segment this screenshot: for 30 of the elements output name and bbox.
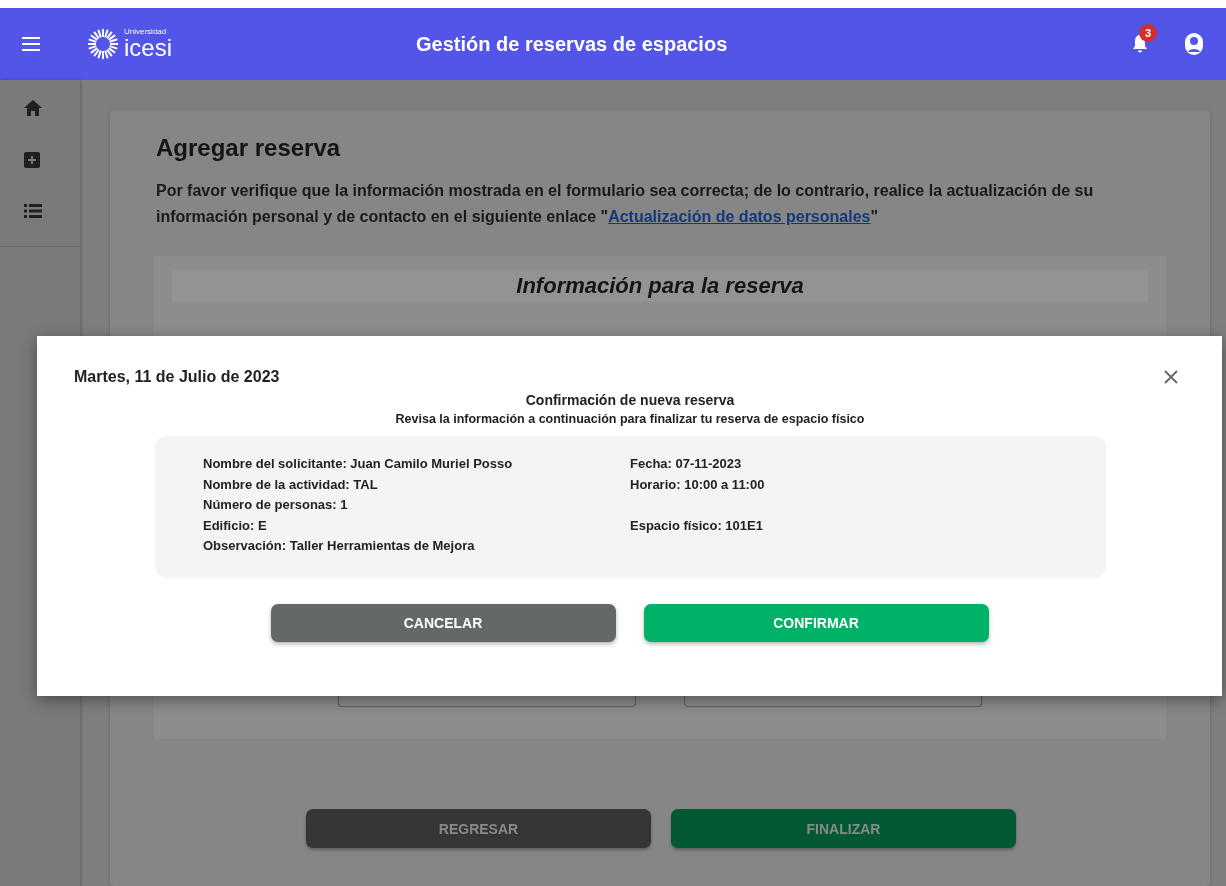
list-icon: [24, 204, 42, 218]
info-text: Edificio: E: [203, 517, 268, 535]
logo-icon: [86, 27, 120, 61]
info-text: Espacio físico: 101E1: [630, 517, 763, 535]
app-title: Gestión de reservas de espacios: [416, 32, 729, 56]
info-text: Fecha: 07-11-2023: [630, 456, 742, 473]
logo-subtitle: Universidad: [124, 28, 168, 36]
page-title: Agregar reserva: [156, 134, 342, 162]
dialog-date: Martes, 11 de Julio de 2023: [74, 368, 280, 386]
dialog-button[interactable]: CONFIRMAR: [643, 604, 989, 642]
personal-data-link[interactable]: Actualización de datos personales: [608, 208, 871, 225]
info-text: Número de personas: 1: [203, 497, 349, 514]
page-button[interactable]: REGRESAR: [306, 809, 651, 848]
info-text: Nombre de la actividad: TAL: [203, 476, 379, 494]
menu-icon[interactable]: [22, 37, 40, 51]
plus-square-icon: [24, 152, 40, 168]
dialog-title: Confirmación de nueva reserva: [524, 392, 736, 408]
page-button[interactable]: FINALIZAR: [671, 809, 1016, 848]
user-icon[interactable]: [1184, 32, 1204, 56]
close-icon[interactable]: [1164, 370, 1178, 384]
notification-badge: 3: [1139, 24, 1157, 42]
info-text: Horario: 10:00 a 11:00: [630, 476, 765, 494]
home-icon: [24, 100, 42, 116]
intro-text: Por favor verifique que la información mostrada en el formulario sea correcta; de lo contrario, realice la actualización de su información personal y de contacto en el siguiente enlace "Actualización de datos personales": [156, 181, 1095, 227]
logo-text: icesi: [124, 36, 172, 60]
dialog-button[interactable]: CANCELAR: [270, 604, 616, 642]
dialog-subtitle: Revisa la información a continuación para finalizar tu reserva de espacio físico: [394, 412, 866, 426]
info-text: Nombre del solicitante: Juan Camilo Muriel Posso: [203, 456, 514, 473]
section-title: Información para la reserva: [172, 270, 1148, 302]
info-text: Observación: Taller Herramientas de Mejora: [203, 538, 476, 555]
